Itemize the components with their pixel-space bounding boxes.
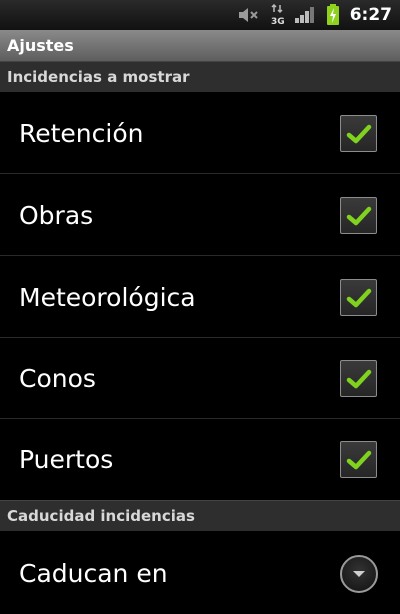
- pref-row-obras[interactable]: Obras: [0, 175, 400, 256]
- check-icon: [346, 206, 371, 225]
- pref-row-retencion[interactable]: Retención: [0, 93, 400, 174]
- puertos-checkbox[interactable]: [340, 441, 377, 478]
- pref-label: Obras: [19, 201, 94, 230]
- battery-charging-icon: [326, 0, 340, 30]
- chevron-down-icon: [353, 571, 365, 577]
- status-bar: 3G 6:27: [0, 0, 400, 30]
- obras-checkbox[interactable]: [340, 197, 377, 234]
- pref-label: Puertos: [19, 445, 114, 474]
- meteorologica-checkbox[interactable]: [340, 279, 377, 316]
- pref-row-caducan-en[interactable]: Caducan en: [0, 533, 400, 614]
- pref-label: Caducan en: [19, 559, 168, 588]
- signal-icon: [294, 0, 316, 30]
- retencion-checkbox[interactable]: [340, 115, 377, 152]
- mute-icon: [238, 0, 260, 30]
- section-header-incidencias: Incidencias a mostrar: [0, 61, 400, 92]
- pref-row-conos[interactable]: Conos: [0, 338, 400, 419]
- pref-label: Meteorológica: [19, 283, 196, 312]
- data-3g-icon: 3G: [270, 0, 284, 30]
- check-icon: [346, 124, 371, 143]
- section-header-label: Incidencias a mostrar: [7, 68, 190, 86]
- check-icon: [346, 450, 371, 469]
- pref-row-meteorologica[interactable]: Meteorológica: [0, 257, 400, 338]
- title-bar: Ajustes: [0, 30, 400, 61]
- section-header-label: Caducidad incidencias: [7, 507, 195, 525]
- check-icon: [346, 288, 371, 307]
- pref-label: Retención: [19, 119, 144, 148]
- pref-label: Conos: [19, 364, 96, 393]
- page-title: Ajustes: [7, 36, 74, 55]
- caducan-en-dropdown-button[interactable]: [340, 555, 378, 593]
- conos-checkbox[interactable]: [340, 360, 377, 397]
- check-icon: [346, 369, 371, 388]
- svg-text:3G: 3G: [271, 17, 284, 26]
- section-header-caducidad: Caducidad incidencias: [0, 500, 400, 531]
- pref-row-puertos[interactable]: Puertos: [0, 419, 400, 500]
- status-time: 6:27: [349, 5, 392, 25]
